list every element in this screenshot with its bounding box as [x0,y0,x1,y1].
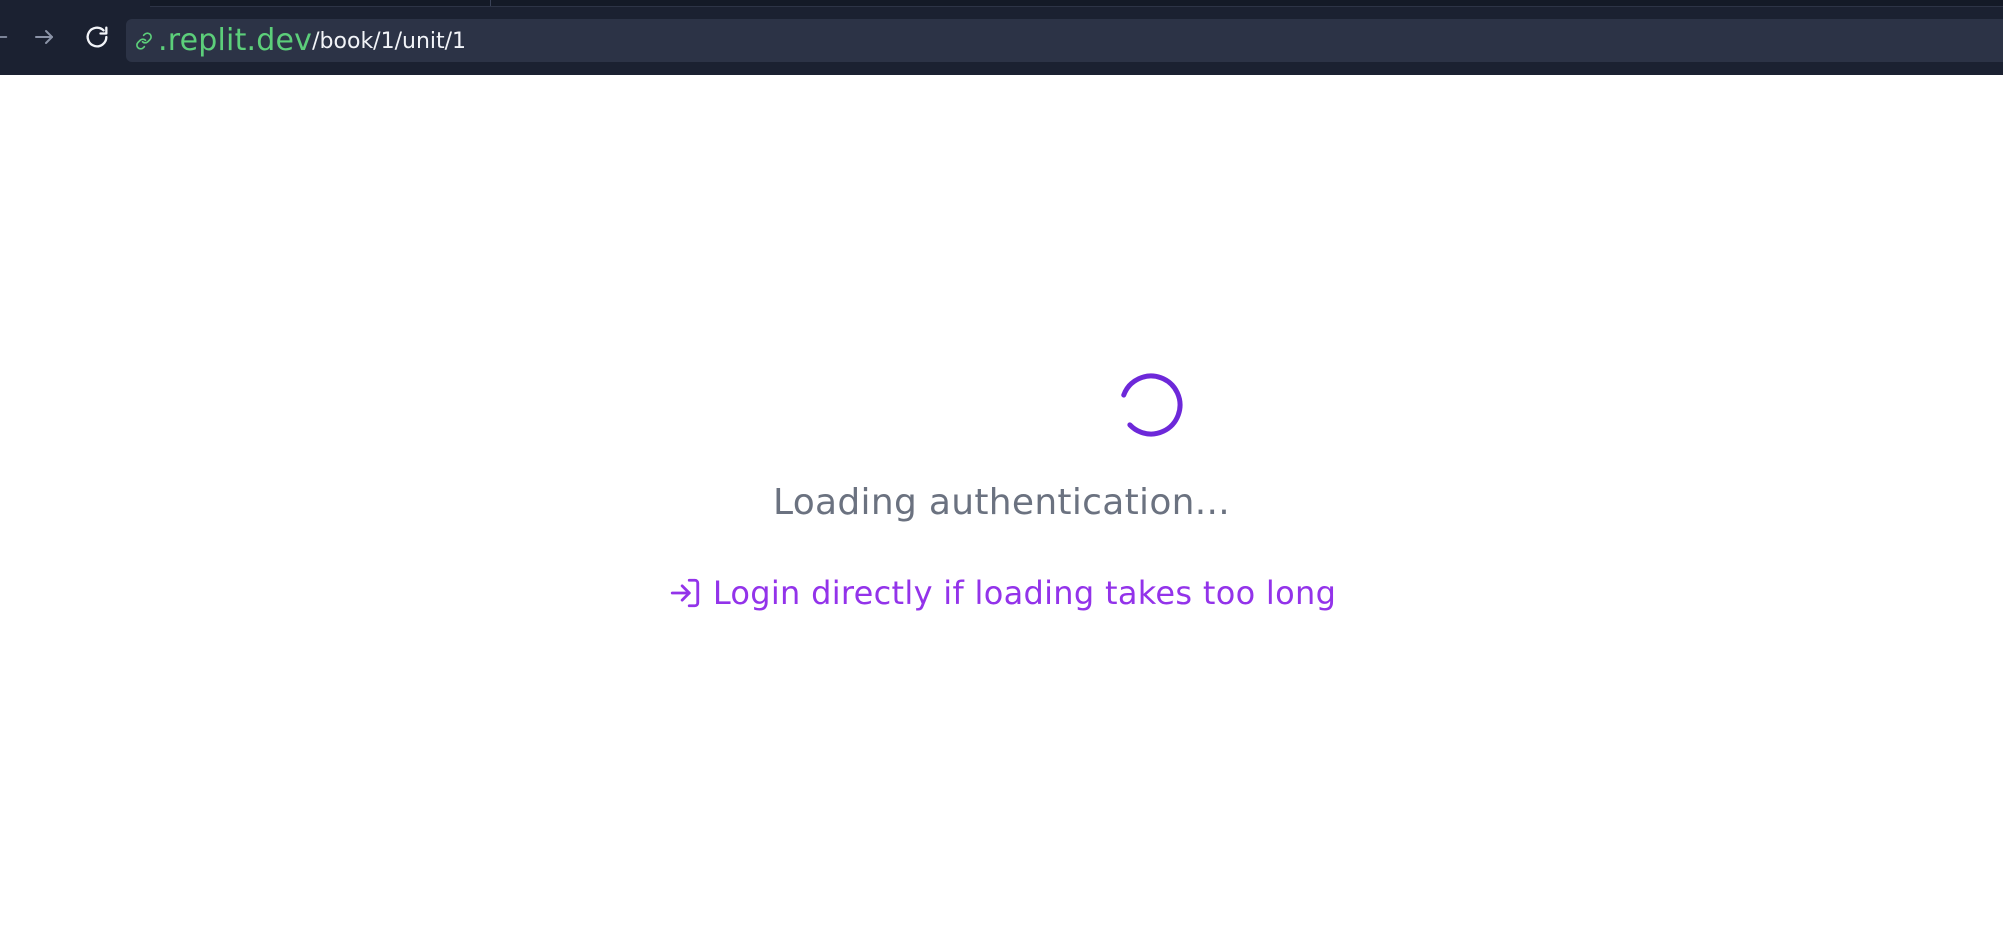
tab-strip [150,0,2003,7]
link-icon [133,30,155,52]
tab-divider [490,0,491,6]
browser-toolbar: .replit.dev /book/1/unit/1 [0,0,2003,75]
loading-message: Loading authentication... [772,482,1230,523]
reload-icon [83,23,111,55]
login-link-label: Login directly if loading takes too long [712,574,1337,612]
login-icon [667,575,703,611]
url-path: /book/1/unit/1 [312,29,467,54]
address-bar[interactable]: .replit.dev /book/1/unit/1 [126,19,2003,62]
arrow-left-icon [0,26,10,52]
arrow-right-icon [32,25,56,53]
forward-button[interactable] [27,22,61,56]
login-directly-link[interactable]: Login directly if loading takes too long [0,574,2003,612]
back-button[interactable] [0,22,16,56]
url-domain: .replit.dev [158,23,313,58]
reload-button[interactable] [80,22,114,56]
